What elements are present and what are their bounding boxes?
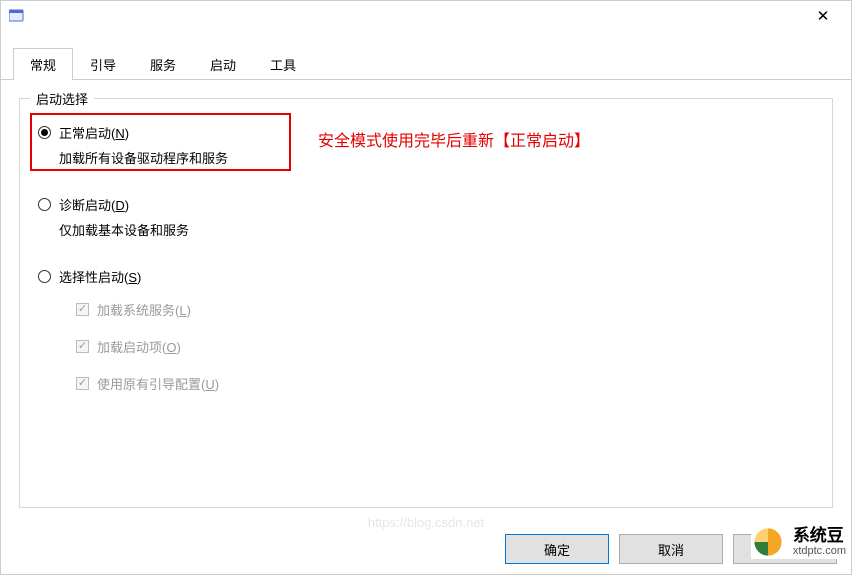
- radio-icon: [38, 198, 51, 211]
- annotation-text: 安全模式使用完毕后重新【正常启动】: [318, 127, 590, 151]
- app-icon: [9, 8, 25, 24]
- tab-tools[interactable]: 工具: [253, 48, 313, 80]
- tab-label: 工具: [270, 58, 296, 73]
- brand-url: xtdptc.com: [793, 545, 846, 558]
- button-label: 确定: [544, 540, 570, 559]
- checkbox-icon: ✓: [76, 340, 89, 353]
- checkbox-label: 加载系统服务(L): [97, 300, 191, 319]
- ok-button[interactable]: 确定: [505, 534, 609, 564]
- tab-general[interactable]: 常规: [13, 48, 73, 80]
- content-area: 启动选择 安全模式使用完毕后重新【正常启动】 正常启动(N) 加载所有设备驱动程…: [1, 80, 851, 523]
- tab-label: 启动: [210, 58, 236, 73]
- tab-label: 服务: [150, 58, 176, 73]
- tab-startup[interactable]: 启动: [193, 48, 253, 80]
- tab-boot[interactable]: 引导: [73, 48, 133, 80]
- cancel-button[interactable]: 取消: [619, 534, 723, 564]
- radio-label: 诊断启动(D): [59, 195, 129, 214]
- checkbox-label: 加载启动项(O): [97, 337, 181, 356]
- close-icon: ✕: [817, 7, 830, 25]
- radio-label: 正常启动(N): [59, 123, 129, 142]
- checkbox-icon: ✓: [76, 303, 89, 316]
- radio-diagnostic-block: 诊断启动(D) 仅加载基本设备和服务: [38, 195, 814, 239]
- checkbox-label: 使用原有引导配置(U): [97, 374, 219, 393]
- checkbox-startup-items: ✓ 加载启动项(O): [76, 337, 814, 356]
- radio-selective-block: 选择性启动(S) ✓ 加载系统服务(L) ✓ 加载启动项(O): [38, 267, 814, 393]
- button-label: 取消: [658, 540, 684, 559]
- radio-diagnostic-desc: 仅加载基本设备和服务: [59, 220, 814, 239]
- dialog-window: ✕ 常规 引导 服务 启动 工具 启动选择 安全模式使用完毕后重新【正常启动】 …: [0, 0, 852, 575]
- selective-checkboxes: ✓ 加载系统服务(L) ✓ 加载启动项(O) ✓: [76, 300, 814, 393]
- radio-selective[interactable]: 选择性启动(S): [38, 267, 814, 286]
- checkbox-system-services: ✓ 加载系统服务(L): [76, 300, 814, 319]
- tab-label: 引导: [90, 58, 116, 73]
- radio-diagnostic[interactable]: 诊断启动(D): [38, 195, 814, 214]
- startup-selection-group: 启动选择 安全模式使用完毕后重新【正常启动】 正常启动(N) 加载所有设备驱动程…: [19, 98, 833, 508]
- brand-logo-icon: [751, 525, 785, 559]
- tab-strip: 常规 引导 服务 启动 工具: [1, 47, 851, 80]
- radio-icon: [38, 126, 51, 139]
- group-title: 启动选择: [30, 89, 94, 108]
- titlebar: ✕: [1, 1, 851, 31]
- tab-label: 常规: [30, 58, 56, 73]
- button-row: 确定 取消 应用(A): [1, 523, 851, 574]
- checkbox-original-boot: ✓ 使用原有引导配置(U): [76, 374, 814, 393]
- radio-icon: [38, 270, 51, 283]
- brand-badge: 系统豆 xtdptc.com: [751, 525, 846, 559]
- close-button[interactable]: ✕: [801, 2, 845, 30]
- brand-text: 系统豆 xtdptc.com: [793, 526, 846, 558]
- radio-label: 选择性启动(S): [59, 267, 141, 286]
- tab-services[interactable]: 服务: [133, 48, 193, 80]
- brand-name: 系统豆: [793, 526, 846, 546]
- checkbox-icon: ✓: [76, 377, 89, 390]
